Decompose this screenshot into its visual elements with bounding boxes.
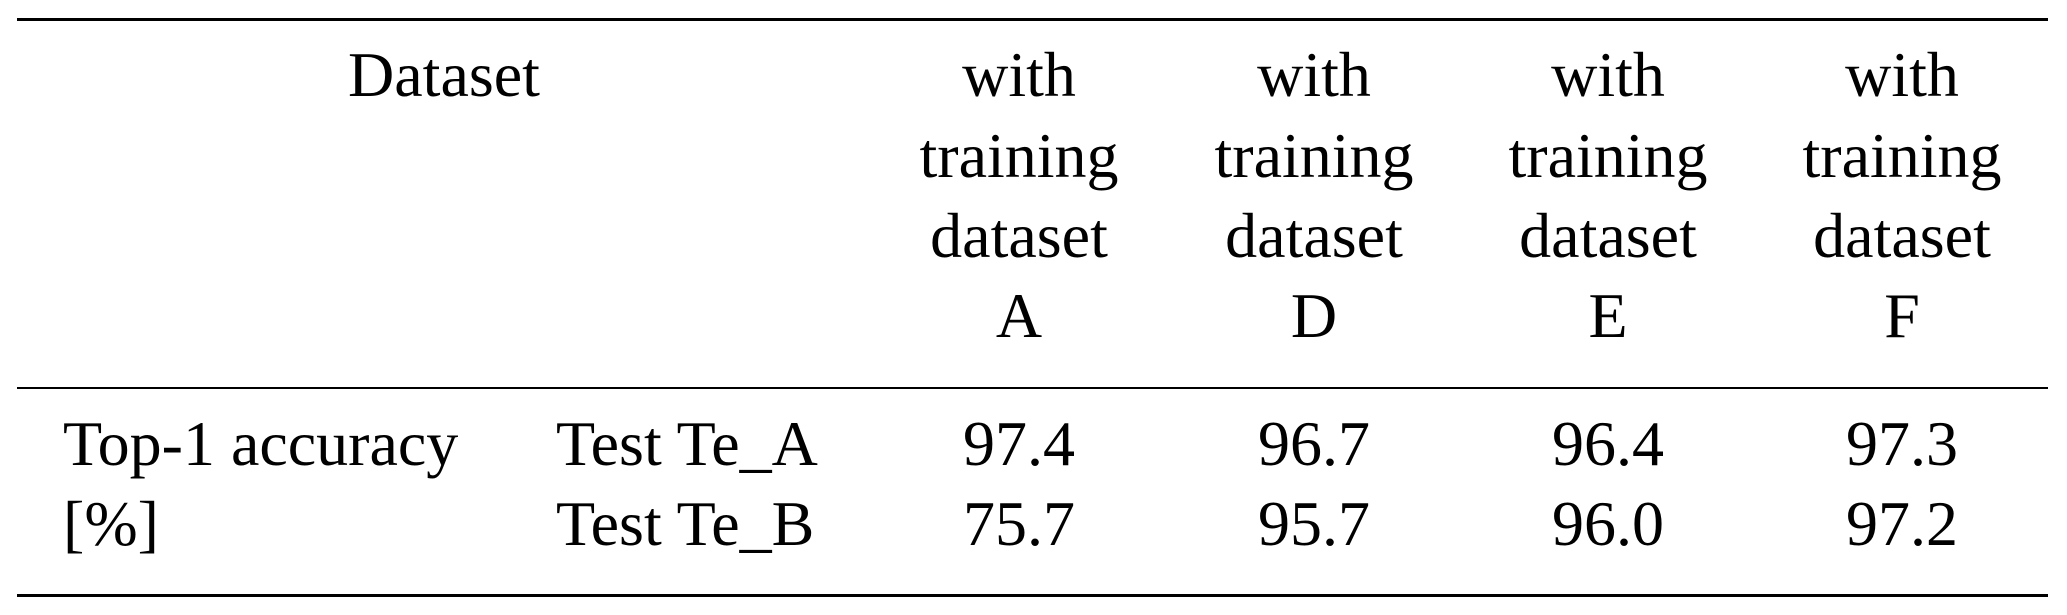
- dataset-header: Dataset: [348, 39, 540, 110]
- header-line: dataset: [1225, 200, 1403, 271]
- header-line: with: [1551, 39, 1665, 110]
- row-label: Test Te_A: [556, 408, 818, 479]
- header-line: dataset: [930, 200, 1108, 271]
- header-line: E: [1588, 280, 1628, 351]
- header-line: training: [1214, 120, 1414, 191]
- cell-value: 75.7: [963, 488, 1075, 559]
- cell-value: 96.7: [1258, 408, 1370, 479]
- row-label: Test Te_B: [556, 488, 815, 559]
- cell-value: 96.4: [1552, 408, 1664, 479]
- header-line: dataset: [1813, 200, 1991, 271]
- cell-value: 95.7: [1258, 488, 1370, 559]
- header-line: training: [1802, 120, 2002, 191]
- header-line: F: [1884, 280, 1920, 351]
- top-rule: [17, 18, 2048, 21]
- row-group-label: Top-1 accuracy: [63, 408, 459, 479]
- header-line: with: [962, 39, 1076, 110]
- header-line: with: [1257, 39, 1371, 110]
- header-rule: [17, 387, 2048, 389]
- cell-value: 97.2: [1846, 488, 1958, 559]
- header-line: dataset: [1519, 200, 1697, 271]
- header-line: with: [1845, 39, 1959, 110]
- bottom-rule: [17, 594, 2048, 597]
- cell-value: 96.0: [1552, 488, 1664, 559]
- header-line: training: [919, 120, 1119, 191]
- header-line: A: [995, 280, 1043, 351]
- header-line: D: [1290, 280, 1338, 351]
- cell-value: 97.3: [1846, 408, 1958, 479]
- header-line: training: [1508, 120, 1708, 191]
- row-group-label-unit: [%]: [63, 488, 159, 559]
- cell-value: 97.4: [963, 408, 1075, 479]
